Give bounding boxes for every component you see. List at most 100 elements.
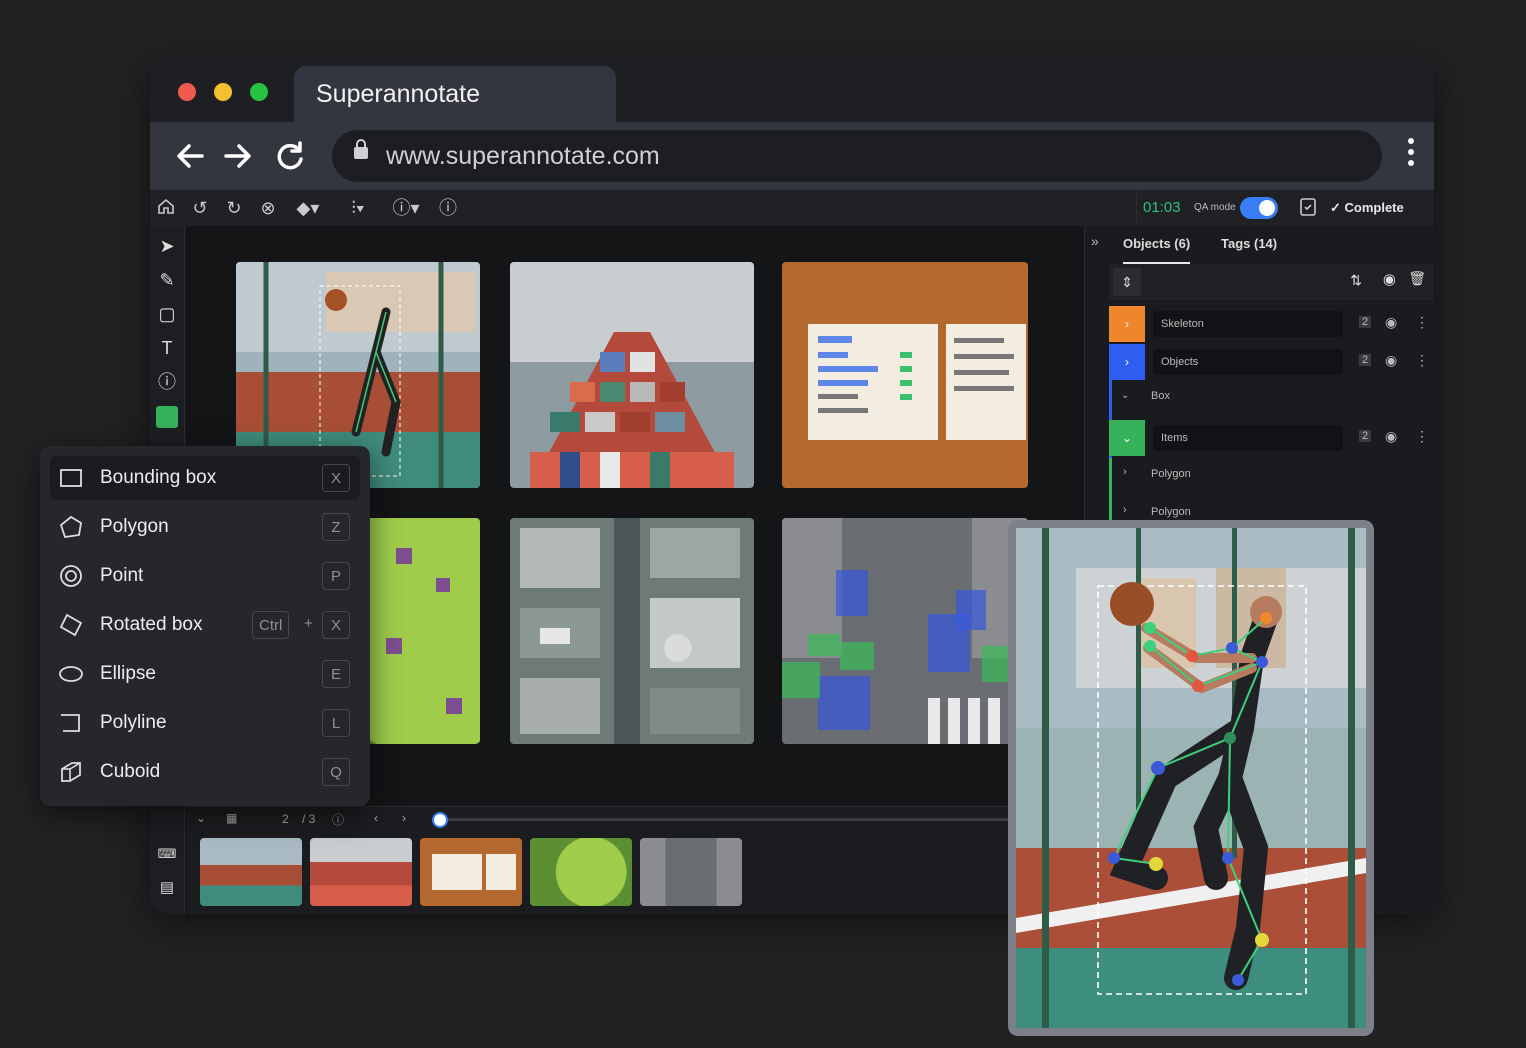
forward-arrow-icon[interactable] xyxy=(220,138,256,174)
eye-icon[interactable]: ◉ xyxy=(1385,314,1397,331)
prev-icon[interactable]: ‹ xyxy=(374,811,378,825)
qa-mode-toggle[interactable] xyxy=(1240,197,1278,219)
close-window-button[interactable] xyxy=(178,83,196,101)
eye-icon[interactable]: ◉ xyxy=(1385,352,1397,369)
page-input[interactable]: 2 xyxy=(282,812,289,826)
image-street-traffic[interactable] xyxy=(782,518,1028,744)
align-icon[interactable]: ⇕ xyxy=(1113,268,1141,296)
collapse-panel-icon[interactable]: » xyxy=(1091,226,1099,256)
url-bar[interactable]: www.superannotate.com xyxy=(332,130,1382,182)
group-name-field[interactable]: Objects xyxy=(1153,349,1343,375)
menu-item-ellipse[interactable]: Ellipse E xyxy=(50,652,360,696)
menu-item-label: Polygon xyxy=(100,516,169,537)
image-cargo-ship[interactable] xyxy=(510,262,754,488)
cursor-icon[interactable]: ➤ xyxy=(155,234,179,258)
skeleton-annotation-image[interactable] xyxy=(1016,528,1366,1028)
sort-icon[interactable]: ⇅ xyxy=(1350,272,1362,289)
thumbnail-menu-board[interactable] xyxy=(420,838,522,906)
undo-icon[interactable]: ↺ xyxy=(188,196,212,220)
browser-menu-icon[interactable] xyxy=(1408,138,1414,171)
shape-tool-icon[interactable]: ▢ xyxy=(155,302,179,326)
shortcut-key: Z xyxy=(322,513,350,541)
collapse-icon[interactable]: ⌄ xyxy=(196,811,206,825)
browser-tab[interactable]: Superannotate xyxy=(294,66,616,122)
back-arrow-icon[interactable] xyxy=(172,138,208,174)
rotated-box-icon xyxy=(59,613,83,637)
thumbnail-street-traffic[interactable] xyxy=(640,838,742,906)
qa-mode-label: QA mode xyxy=(1194,202,1236,213)
more-icon[interactable]: ⋮ xyxy=(1415,428,1429,445)
menu-item-polyline[interactable]: Polyline L xyxy=(50,701,360,745)
menu-item-polygon[interactable]: Polygon Z xyxy=(50,505,360,549)
comment-icon[interactable]: ⓘ xyxy=(436,196,460,220)
reload-icon[interactable] xyxy=(272,138,308,174)
complete-button[interactable]: ✓ Complete xyxy=(1330,190,1404,226)
clipboard-icon[interactable] xyxy=(1296,196,1320,220)
zoomed-image-preview xyxy=(1008,520,1374,1036)
menu-item-cuboid[interactable]: Cuboid Q xyxy=(50,750,360,794)
group-row-items[interactable]: ⌄ Items 2 ◉ ⋮ xyxy=(1109,420,1429,456)
document-icon[interactable]: ▤ xyxy=(155,876,179,900)
timeline-track[interactable] xyxy=(436,818,1076,821)
group-row-skeleton[interactable]: › Skeleton 2 ◉ ⋮ xyxy=(1109,306,1429,342)
chevron-right-icon[interactable]: › xyxy=(1109,344,1145,380)
image-menu-board[interactable] xyxy=(782,262,1028,488)
color-swatch[interactable] xyxy=(156,406,178,428)
more-icon[interactable]: ⋮ xyxy=(1415,314,1429,331)
chevron-down-icon[interactable]: ⌄ xyxy=(1109,420,1145,456)
home-icon[interactable] xyxy=(154,196,178,220)
menu-item-point[interactable]: Point P xyxy=(50,554,360,598)
polyline-icon xyxy=(61,714,80,732)
chevron-right-icon[interactable]: › xyxy=(1109,306,1145,342)
image-aerial-city[interactable] xyxy=(510,518,754,744)
group-count: 2 xyxy=(1359,316,1372,328)
status-bar: ⌄ ▦ 2 / 3 ⓘ ‹ › xyxy=(186,806,1084,833)
keyboard-icon[interactable]: ⌨ xyxy=(155,842,179,866)
adjustments-icon[interactable]: ⫶▾ xyxy=(340,196,376,220)
point-icon xyxy=(60,565,82,587)
shortcut-key: Q xyxy=(322,758,350,786)
thumbnail-cargo-ship[interactable] xyxy=(310,838,412,906)
subitem-label: Polygon xyxy=(1151,506,1191,518)
annotation-tool-menu: Bounding box X Polygon Z Point P Rotated… xyxy=(40,446,370,806)
tab-objects[interactable]: Objects (6) xyxy=(1123,226,1191,264)
grid-view-icon[interactable]: ▦ xyxy=(226,811,237,825)
chevron-right-icon[interactable]: › xyxy=(1123,466,1127,478)
menu-item-label: Polyline xyxy=(100,712,167,733)
thumbnail-basketball[interactable] xyxy=(200,838,302,906)
info-icon[interactable]: ⓘ▾ xyxy=(388,196,424,220)
group-row-objects[interactable]: › Objects 2 ◉ ⋮ xyxy=(1109,344,1429,380)
reset-icon[interactable]: ⊗ xyxy=(256,196,280,220)
comment-tool-icon[interactable]: ⓘ xyxy=(155,370,179,394)
menu-item-label: Bounding box xyxy=(100,467,217,488)
tag-icon[interactable]: ◆▾ xyxy=(290,196,326,220)
magic-wand-icon[interactable]: ✎ xyxy=(155,268,179,292)
menu-item-bounding-box[interactable]: Bounding box X xyxy=(50,456,360,500)
tab-bar: Superannotate xyxy=(150,58,1434,122)
ellipse-icon xyxy=(59,666,83,682)
eye-icon[interactable]: ◉ xyxy=(1385,428,1397,445)
plus-sign: + xyxy=(304,615,313,632)
more-icon[interactable]: ⋮ xyxy=(1415,352,1429,369)
timeline-handle[interactable] xyxy=(432,812,448,828)
info-icon[interactable]: ⓘ xyxy=(332,811,344,828)
eye-icon[interactable]: ◉ xyxy=(1383,270,1396,288)
group-name-field[interactable]: Skeleton xyxy=(1153,311,1343,337)
group-name-field[interactable]: Items xyxy=(1153,425,1343,451)
next-icon[interactable]: › xyxy=(402,811,406,825)
trash-icon[interactable]: 🗑 xyxy=(1408,270,1426,287)
chevron-right-icon[interactable]: › xyxy=(1123,504,1127,516)
maximize-window-button[interactable] xyxy=(250,83,268,101)
menu-item-label: Ellipse xyxy=(100,663,156,684)
thumbnail-leaf[interactable] xyxy=(530,838,632,906)
subitem-label: Box xyxy=(1151,390,1170,402)
subitem-label: Polygon xyxy=(1151,468,1191,480)
redo-icon[interactable]: ↻ xyxy=(222,196,246,220)
page-total: / 3 xyxy=(302,812,316,826)
text-tool-icon[interactable]: T xyxy=(155,336,179,360)
minimize-window-button[interactable] xyxy=(214,83,232,101)
menu-item-rotated-box[interactable]: Rotated box Ctrl + X xyxy=(50,603,360,647)
chevron-down-icon[interactable]: ⌄ xyxy=(1121,390,1129,401)
tab-tags[interactable]: Tags (14) xyxy=(1221,226,1277,262)
shortcut-key: E xyxy=(322,660,350,688)
